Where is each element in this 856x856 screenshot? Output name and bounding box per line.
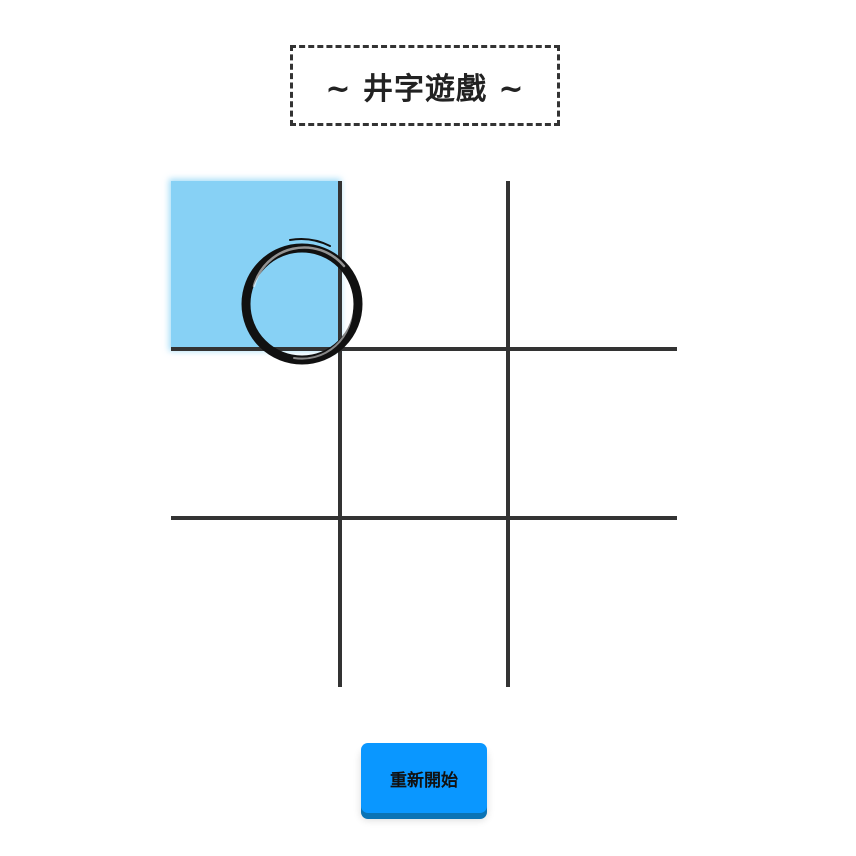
board-cell-r1c2[interactable] [340, 181, 508, 349]
restart-button-wrapper: 重新開始 [361, 743, 487, 819]
board-cell-r3c3[interactable] [509, 519, 677, 687]
board-cell-r3c1[interactable] [171, 519, 339, 687]
title-box: ~ 井字遊戲 ~ [290, 45, 560, 126]
board-cell-r3c2[interactable] [340, 519, 508, 687]
board-cell-r2c1[interactable] [171, 350, 339, 518]
tic-tac-toe-board [171, 181, 677, 687]
game-page: ~ 井字遊戲 ~ 重新開始 [0, 0, 856, 856]
restart-button[interactable]: 重新開始 [361, 743, 487, 813]
board-cell-r2c3[interactable] [509, 350, 677, 518]
board-cell-r1c1[interactable] [171, 181, 339, 349]
board-cell-r1c3[interactable] [509, 181, 677, 349]
board-cell-r2c2[interactable] [340, 350, 508, 518]
page-title: ~ 井字遊戲 ~ [325, 71, 525, 107]
